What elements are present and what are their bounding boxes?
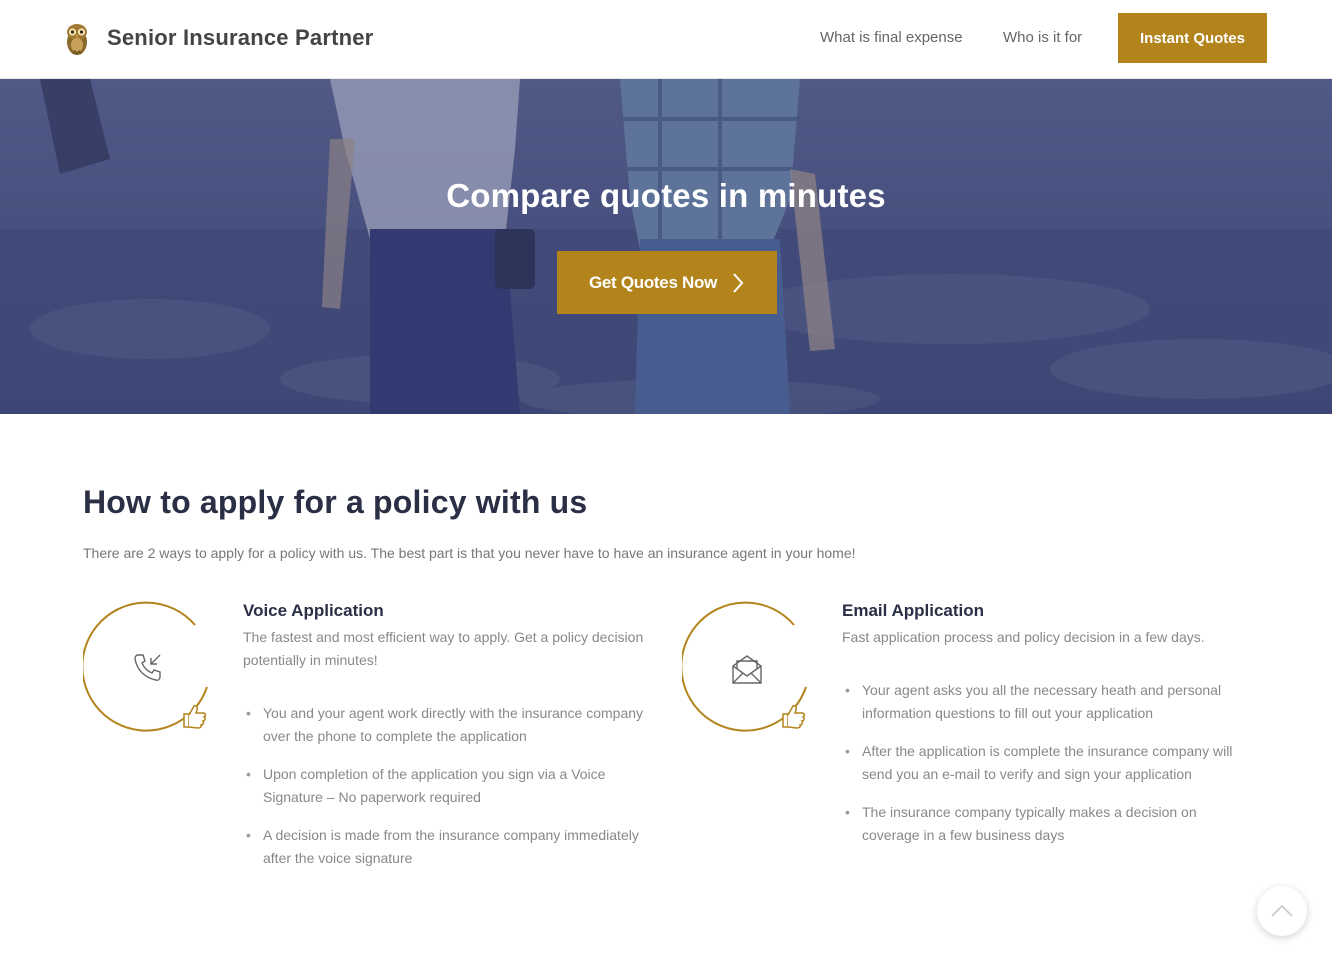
hero-title: Compare quotes in minutes xyxy=(446,177,886,214)
thumbs-up-icon xyxy=(183,705,207,729)
chevron-up-icon xyxy=(1271,904,1293,917)
list-item: You and your agent work directly with th… xyxy=(243,702,653,748)
site-header: Senior Insurance Partner What is final e… xyxy=(0,0,1332,79)
voice-application-title: Voice Application xyxy=(243,601,384,620)
email-application-description: Fast application process and policy deci… xyxy=(842,629,1205,645)
hero-banner: Compare quotes in minutes Get Quotes Now xyxy=(0,79,1332,414)
scroll-to-top-button[interactable] xyxy=(1257,886,1307,936)
nav-link-what-is-final-expense[interactable]: What is final expense xyxy=(820,29,963,46)
list-item: After the application is complete the in… xyxy=(842,740,1252,786)
email-application-list: Your agent asks you all the necessary he… xyxy=(842,679,1252,862)
list-item: A decision is made from the insurance co… xyxy=(243,824,653,870)
chevron-right-icon xyxy=(733,272,744,293)
hero-background-image xyxy=(0,79,1332,414)
email-application-icon-circle xyxy=(680,601,822,741)
get-quotes-now-button[interactable]: Get Quotes Now xyxy=(557,251,777,314)
nav-link-who-is-it-for[interactable]: Who is it for xyxy=(1003,29,1082,46)
voice-application-icon-circle xyxy=(81,601,223,741)
phone-incoming-icon xyxy=(134,654,161,681)
brand-name[interactable]: Senior Insurance Partner xyxy=(107,25,373,51)
owl-icon[interactable] xyxy=(64,18,90,56)
instant-quotes-button[interactable]: Instant Quotes xyxy=(1118,13,1267,63)
thumbs-up-icon xyxy=(782,705,806,729)
get-quotes-now-label: Get Quotes Now xyxy=(588,272,718,292)
voice-application-description: The fastest and most efficient way to ap… xyxy=(243,629,644,668)
email-application-title: Email Application xyxy=(842,601,985,620)
list-item: The insurance company typically makes a … xyxy=(842,801,1252,847)
list-item: Your agent asks you all the necessary he… xyxy=(842,679,1252,725)
voice-application-list: You and your agent work directly with th… xyxy=(243,702,653,885)
section-intro: There are 2 ways to apply for a policy w… xyxy=(83,545,856,561)
envelope-open-icon xyxy=(732,655,762,684)
list-item: Upon completion of the application you s… xyxy=(243,763,653,809)
section-title: How to apply for a policy with us xyxy=(83,484,588,520)
